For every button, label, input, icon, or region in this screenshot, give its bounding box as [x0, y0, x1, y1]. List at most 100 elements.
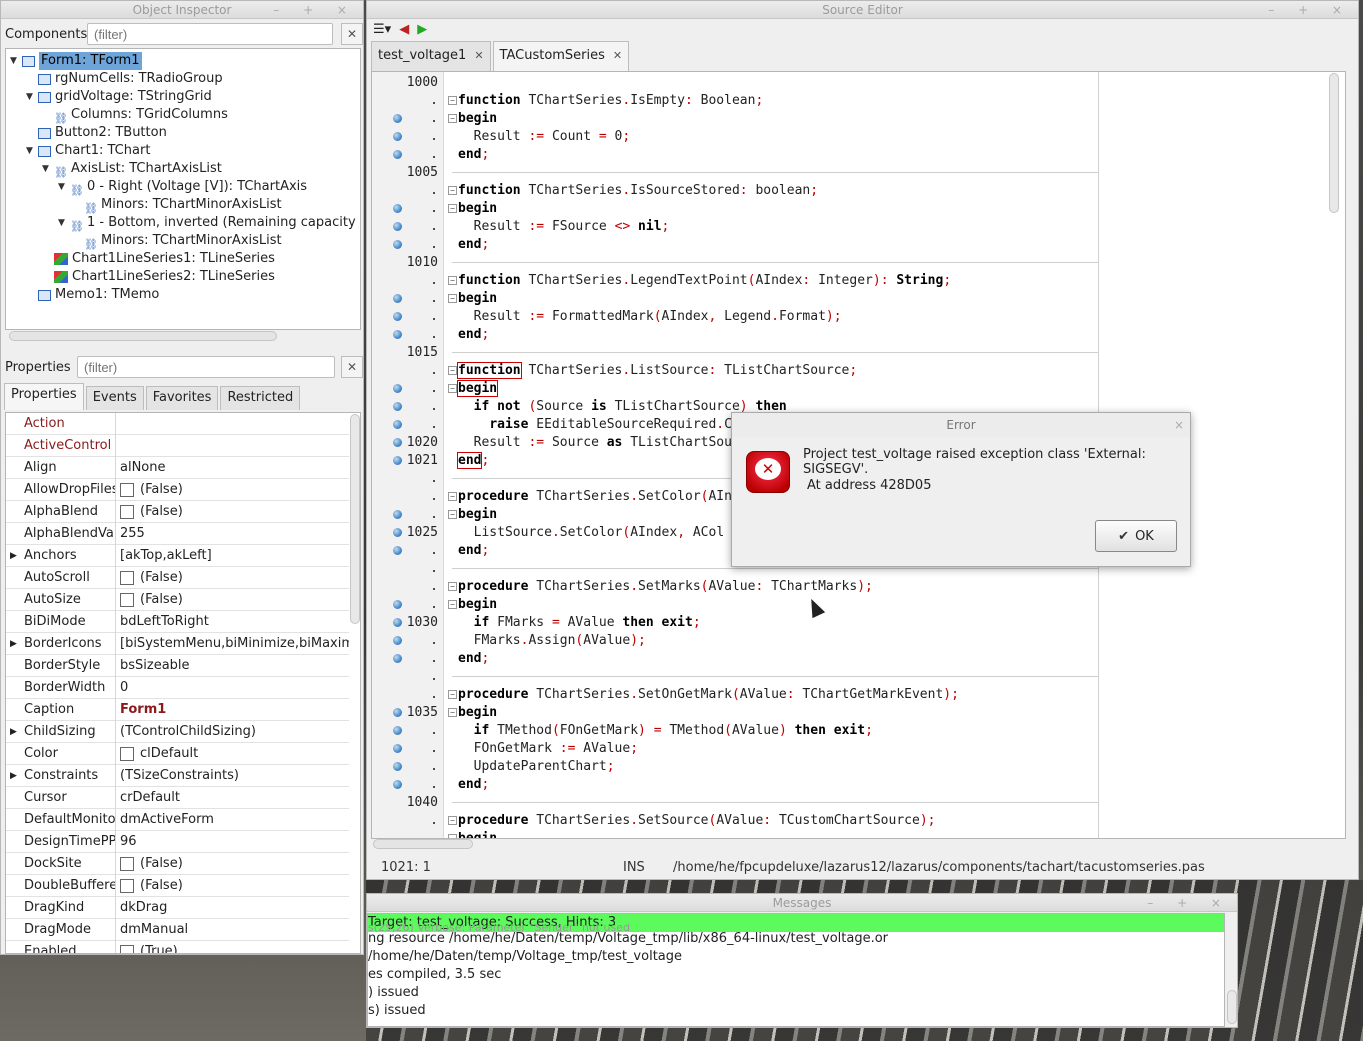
property-row[interactable]: AutoSize (False): [6, 589, 349, 611]
breakpoint-dot-icon[interactable]: [393, 618, 402, 627]
forward-arrow-icon[interactable]: ▶: [417, 22, 427, 37]
messages-list[interactable]: Target: test_voltage: Success, Hints: 3s…: [367, 913, 1225, 1027]
object-inspector-titlebar[interactable]: Object Inspector – + ×: [1, 1, 363, 19]
checkbox[interactable]: [120, 571, 134, 585]
tab-properties[interactable]: Properties: [4, 383, 84, 410]
fold-toggle-icon[interactable]: −: [448, 294, 457, 303]
checkbox[interactable]: [120, 483, 134, 497]
property-row[interactable]: ▶ Anchors [akTop,akLeft]: [6, 545, 349, 567]
property-row[interactable]: AlphaBlendValue 255: [6, 523, 349, 545]
property-value[interactable]: dmActiveForm: [120, 809, 349, 831]
close-icon[interactable]: ✕: [613, 49, 622, 62]
breakpoint-dot-icon[interactable]: [393, 240, 402, 249]
expand-arrow-icon[interactable]: ▼: [42, 160, 54, 178]
fold-toggle-icon[interactable]: −: [448, 510, 457, 519]
fold-toggle-icon[interactable]: −: [448, 384, 457, 393]
property-value[interactable]: (True): [120, 941, 349, 953]
close-icon[interactable]: ✕: [474, 49, 483, 62]
property-row[interactable]: AlphaBlend (False): [6, 501, 349, 523]
breakpoint-dot-icon[interactable]: [393, 636, 402, 645]
property-value[interactable]: (False): [120, 589, 349, 611]
expand-arrow-icon[interactable]: ▶: [10, 765, 17, 787]
property-value[interactable]: Form1: [120, 699, 349, 721]
breakpoint-dot-icon[interactable]: [393, 528, 402, 537]
property-row[interactable]: Enabled (True): [6, 941, 349, 953]
component-tree[interactable]: ▼ Form1: TForm1 rgNumCells: TRadioGroup ▼ gr…: [5, 48, 361, 330]
fold-toggle-icon[interactable]: −: [448, 204, 457, 213]
property-row[interactable]: Caption Form1: [6, 699, 349, 721]
property-row[interactable]: Action: [6, 413, 349, 435]
checkbox[interactable]: [120, 945, 134, 953]
property-value[interactable]: (False): [120, 875, 349, 897]
back-arrow-icon[interactable]: ◀: [399, 22, 409, 37]
breakpoint-dot-icon[interactable]: [393, 312, 402, 321]
breakpoint-dot-icon[interactable]: [393, 726, 402, 735]
message-line[interactable]: es compiled, 3.5 sec: [368, 966, 501, 984]
property-row[interactable]: DesignTimePPI 96: [6, 831, 349, 853]
editor-horizontal-scrollbar[interactable]: [373, 839, 473, 849]
expand-arrow-icon[interactable]: ▼: [26, 88, 38, 106]
expand-arrow-icon[interactable]: ▶: [10, 545, 17, 567]
property-row[interactable]: DoubleBuffered (False): [6, 875, 349, 897]
breakpoint-dot-icon[interactable]: [393, 222, 402, 231]
window-controls[interactable]: – + ×: [1147, 894, 1231, 912]
breakpoint-dot-icon[interactable]: [393, 204, 402, 213]
fold-toggle-icon[interactable]: −: [448, 186, 457, 195]
property-value[interactable]: (TControlChildSizing): [120, 721, 349, 743]
tree-node[interactable]: ▼ Chart1: TChart: [26, 142, 150, 160]
property-row[interactable]: Align alNone: [6, 457, 349, 479]
expand-arrow-icon[interactable]: ▶: [10, 633, 17, 655]
expand-arrow-icon[interactable]: ▼: [58, 178, 70, 196]
fold-toggle-icon[interactable]: −: [448, 582, 457, 591]
error-dialog-titlebar[interactable]: Error ×: [732, 413, 1190, 437]
message-line[interactable]: s) issued: [368, 1002, 426, 1020]
property-value[interactable]: (False): [120, 567, 349, 589]
breakpoint-dot-icon[interactable]: [393, 438, 402, 447]
messages-scrollbar[interactable]: [1227, 990, 1237, 1024]
fold-toggle-icon[interactable]: −: [448, 366, 457, 375]
property-row[interactable]: ▶ Constraints (TSizeConstraints): [6, 765, 349, 787]
message-line[interactable]: /home/he/Daten/temp/Voltage_tmp/test_vol…: [368, 948, 682, 966]
tree-node[interactable]: ⛓ Minors: TChartMinorAxisList: [72, 196, 282, 215]
ok-button[interactable]: ✔ OK: [1095, 520, 1177, 552]
fold-toggle-icon[interactable]: −: [448, 816, 457, 825]
property-row[interactable]: BiDiMode bdLeftToRight: [6, 611, 349, 633]
tab-restricted[interactable]: Restricted: [220, 386, 301, 410]
tree-node[interactable]: rgNumCells: TRadioGroup: [26, 70, 223, 88]
checkbox[interactable]: [120, 747, 134, 761]
tree-node[interactable]: ▼ ⛓ AxisList: TChartAxisList: [42, 160, 222, 179]
property-value[interactable]: 0: [120, 677, 349, 699]
property-row[interactable]: DragKind dkDrag: [6, 897, 349, 919]
breakpoint-dot-icon[interactable]: [393, 402, 402, 411]
tab-test-voltage1[interactable]: test_voltage1 ✕: [371, 41, 491, 71]
breakpoint-dot-icon[interactable]: [393, 780, 402, 789]
property-row[interactable]: Color clDefault: [6, 743, 349, 765]
checkbox[interactable]: [120, 857, 134, 871]
property-value[interactable]: 255: [120, 523, 349, 545]
property-row[interactable]: ActiveControl: [6, 435, 349, 457]
property-value[interactable]: [120, 413, 349, 435]
property-value[interactable]: alNone: [120, 457, 349, 479]
property-value[interactable]: (False): [120, 479, 349, 501]
editor-menu-icon[interactable]: ☰▾: [373, 22, 391, 37]
fold-toggle-icon[interactable]: −: [448, 96, 457, 105]
tree-node[interactable]: Chart1LineSeries2: TLineSeries: [42, 268, 275, 286]
checkbox[interactable]: [120, 879, 134, 893]
property-value[interactable]: [biSystemMenu,biMinimize,biMaximize: [120, 633, 349, 655]
property-row[interactable]: AllowDropFiles (False): [6, 479, 349, 501]
fold-toggle-icon[interactable]: −: [448, 114, 457, 123]
breakpoint-dot-icon[interactable]: [393, 114, 402, 123]
breakpoint-dot-icon[interactable]: [393, 150, 402, 159]
expand-arrow-icon[interactable]: ▼: [58, 214, 70, 232]
tab-tacustomseries[interactable]: TACustomSeries ✕: [492, 41, 630, 71]
fold-toggle-icon[interactable]: −: [448, 690, 457, 699]
property-value[interactable]: [akTop,akLeft]: [120, 545, 349, 567]
breakpoint-dot-icon[interactable]: [393, 744, 402, 753]
window-controls[interactable]: – + ×: [273, 1, 357, 19]
checkbox[interactable]: [120, 505, 134, 519]
property-grid[interactable]: Action ActiveControl Align alNone AllowDropF…: [5, 412, 361, 954]
expand-arrow-icon[interactable]: ▼: [10, 52, 22, 70]
property-value[interactable]: crDefault: [120, 787, 349, 809]
property-row[interactable]: DragMode dmManual: [6, 919, 349, 941]
clear-filter-button[interactable]: ✕: [341, 23, 363, 45]
